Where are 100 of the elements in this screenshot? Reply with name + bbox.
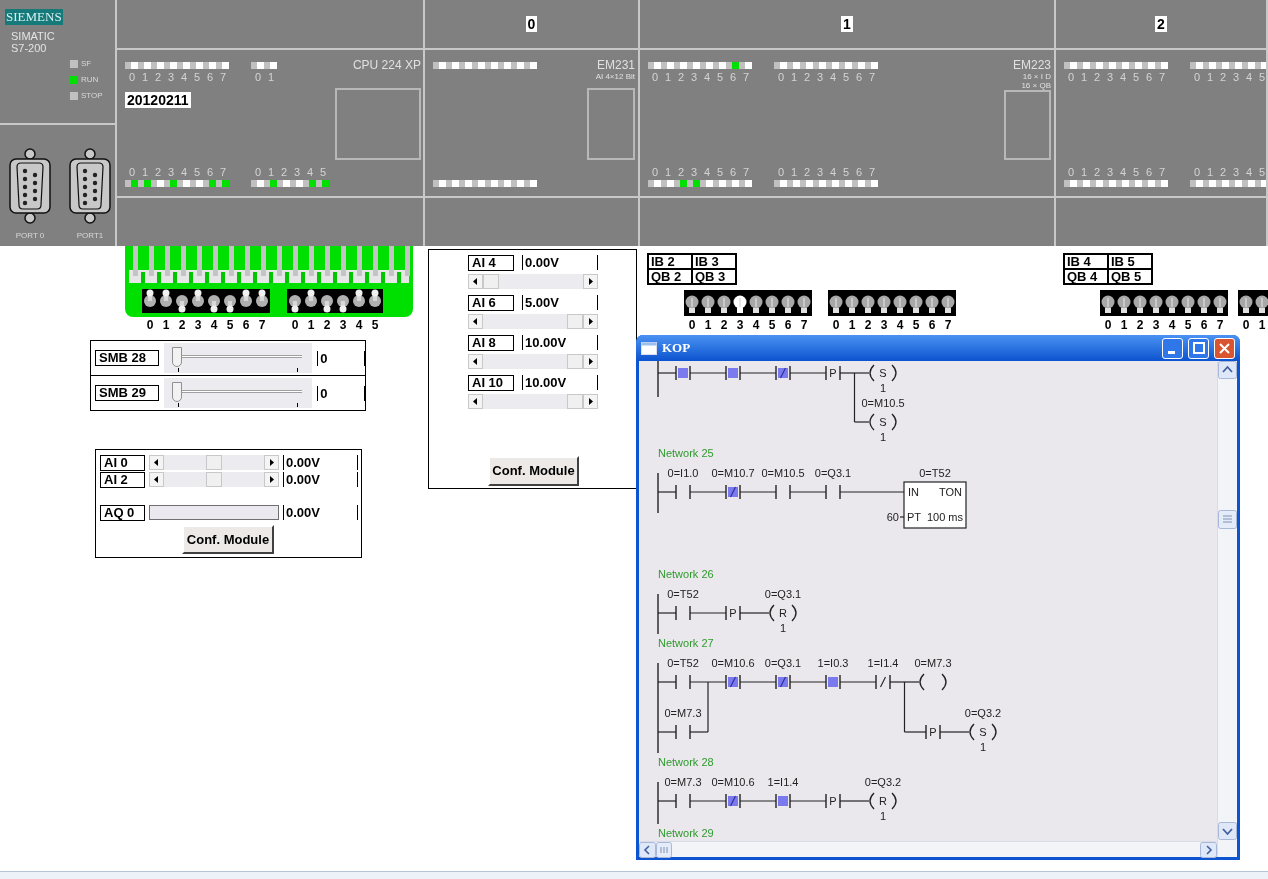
lamp-number: 5 <box>1183 319 1193 332</box>
slider[interactable] <box>163 378 313 408</box>
transition-label: P <box>829 367 837 379</box>
led-number: 5 <box>1258 166 1266 178</box>
brand-logo: SIEMENS <box>5 9 63 25</box>
value-field: 0 <box>317 385 365 401</box>
toggle-switch[interactable] <box>287 289 303 313</box>
led-number: 5 <box>716 71 725 83</box>
lamp-number: 0 <box>1241 319 1251 332</box>
wire <box>939 731 970 733</box>
toggle-switch[interactable] <box>254 289 270 313</box>
scrollbar-thumb[interactable] <box>656 841 672 858</box>
switch-number: 7 <box>257 318 267 332</box>
switch-number: 6 <box>241 318 251 332</box>
product-family: SIMATIC <box>11 30 56 42</box>
module-name: EM223 <box>1012 58 1051 72</box>
led-number: 1 <box>141 166 150 178</box>
scrollbar-thumb[interactable] <box>567 394 583 409</box>
led-number: 4 <box>1245 166 1254 178</box>
operand-label: 0=Q3.2 <box>864 776 902 788</box>
wire <box>789 372 827 374</box>
scrollbar-thumb[interactable] <box>567 314 583 329</box>
operand-label: 0=Q3.2 <box>964 707 1002 719</box>
wire <box>839 491 905 493</box>
toggle-switch[interactable] <box>142 289 158 313</box>
close-icon <box>1219 342 1230 354</box>
wire <box>657 612 677 614</box>
led-number: 1 <box>790 71 799 83</box>
network-title: Network 28 <box>658 756 714 768</box>
slot-number: 2 <box>1155 16 1167 32</box>
led-number: 1 <box>267 71 276 83</box>
led-number: 4 <box>703 166 712 178</box>
module-name: CPU 224 XP <box>352 58 421 72</box>
scrollbar-thumb[interactable] <box>483 274 499 289</box>
wire <box>657 731 677 733</box>
module-window <box>587 88 635 160</box>
led-number: 6 <box>855 166 864 178</box>
register-label: IB 2 <box>648 254 692 269</box>
led-number: 0 <box>128 166 137 178</box>
led-number: 0 <box>1193 166 1202 178</box>
slider-thumb[interactable] <box>171 347 182 367</box>
module-window <box>1004 90 1051 160</box>
horizontal-scrollbar[interactable] <box>639 841 1217 857</box>
led-number: 2 <box>1219 166 1228 178</box>
scrollbar-thumb[interactable] <box>567 354 583 369</box>
module-spec: 16 × QB <box>1021 81 1051 90</box>
conf-module-button[interactable]: Conf. Module <box>182 525 274 554</box>
coil-type-label: S <box>979 726 987 738</box>
status-label: SF <box>81 60 92 68</box>
operand-label: 1=I0.3 <box>817 657 849 669</box>
led-number: 6 <box>729 71 738 83</box>
lamp-number: 2 <box>719 319 729 332</box>
value-field: 0.00V <box>283 472 358 487</box>
led-number: 5 <box>193 166 202 178</box>
coil-symbol <box>969 723 997 741</box>
toggle-switch[interactable] <box>367 289 383 313</box>
port-label: PORT 0 <box>15 231 45 240</box>
scrollbar-thumb[interactable] <box>206 472 222 487</box>
led-number: 3 <box>1232 166 1241 178</box>
led-number: 2 <box>154 71 163 83</box>
date-display: 20120211 <box>125 92 191 108</box>
led-number: 2 <box>803 166 812 178</box>
led-number: 6 <box>1145 71 1154 83</box>
channel-label: AI 8 <box>468 334 514 351</box>
led-number: 7 <box>1158 166 1167 178</box>
wire <box>689 372 727 374</box>
operand-label: 0=M10.5 <box>861 397 905 409</box>
transition-contact <box>825 793 841 809</box>
horizontal-scrollbar[interactable] <box>0 871 1268 879</box>
slider[interactable] <box>163 343 313 373</box>
transition-contact <box>825 365 841 381</box>
led-number: 1 <box>664 166 673 178</box>
register-label: QB 5 <box>1108 269 1152 284</box>
led-number: 3 <box>1232 71 1241 83</box>
lamp-number: 4 <box>1167 319 1177 332</box>
close-button[interactable] <box>1214 337 1235 359</box>
coil-symbol <box>919 673 947 691</box>
led-number: 7 <box>868 166 877 178</box>
led-number: 7 <box>1158 71 1167 83</box>
conf-module-button[interactable]: Conf. Module <box>488 456 579 486</box>
minimize-button[interactable] <box>1162 337 1183 359</box>
register-label: IB 4 <box>1064 254 1108 269</box>
vertical-scrollbar[interactable] <box>1217 361 1237 857</box>
operand-label: 0=M7.3 <box>664 776 702 788</box>
lamp-number: 4 <box>751 319 761 332</box>
lamp-number: 1 <box>1257 319 1267 332</box>
led-number: 0 <box>1067 71 1076 83</box>
led-number: 5 <box>193 71 202 83</box>
lamp-number: 2 <box>863 319 873 332</box>
led-number: 0 <box>128 71 137 83</box>
scrollbar-thumb[interactable] <box>206 455 222 470</box>
wire <box>689 800 727 802</box>
led-number: 0 <box>1067 166 1076 178</box>
led-number: 4 <box>829 71 838 83</box>
slider-thumb[interactable] <box>171 382 182 402</box>
scrollbar-thumb[interactable] <box>1218 510 1237 529</box>
maximize-button[interactable] <box>1188 337 1209 359</box>
module-name: EM231 <box>596 58 635 72</box>
led-number: 2 <box>154 166 163 178</box>
lamp-number: 1 <box>703 319 713 332</box>
